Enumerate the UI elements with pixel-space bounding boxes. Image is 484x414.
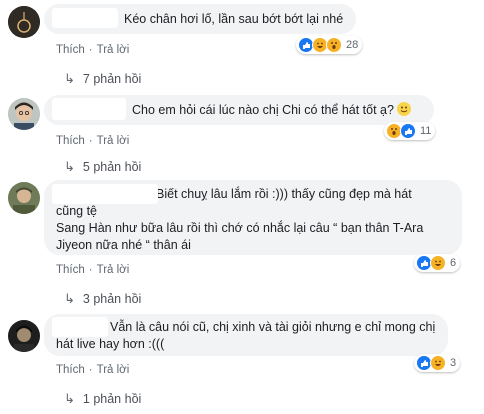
- wow-icon: [326, 37, 342, 53]
- redacted-name: [52, 8, 118, 28]
- reaction-summary[interactable]: 3: [414, 354, 461, 372]
- view-replies[interactable]: ↳ 3 phản hồi: [64, 291, 141, 307]
- reply-link[interactable]: Trả lời: [97, 264, 130, 276]
- comment-line: Vẫn là câu nói cũ, chị xinh và tài giỏi …: [110, 320, 436, 334]
- replies-count[interactable]: 5 phản hồi: [83, 160, 141, 174]
- like-icon: [400, 123, 416, 139]
- like-link[interactable]: Thích: [56, 264, 85, 276]
- comment-line: Biết chuỵ lâu lắm rồi :))) thấy cũng đẹp…: [156, 187, 412, 201]
- reaction-summary[interactable]: 6: [414, 254, 461, 272]
- comment-actions: Thích · Trả lời: [56, 44, 129, 56]
- comment-line: cũng tệ: [56, 204, 98, 218]
- like-link[interactable]: Thích: [56, 44, 85, 56]
- avatar[interactable]: [8, 320, 40, 352]
- redacted-name: [52, 317, 108, 337]
- replies-count[interactable]: 7 phản hồi: [83, 72, 141, 86]
- separator: ·: [88, 44, 93, 56]
- replies-count[interactable]: 3 phản hồi: [83, 292, 141, 306]
- reaction-count: 6: [450, 257, 457, 269]
- comment-line: Jiyeon nữa nhé “ thân ái: [56, 238, 191, 252]
- reaction-count: 3: [450, 357, 457, 369]
- comment-text: Cho em hỏi cái lúc nào chị Chi có thể há…: [132, 102, 411, 119]
- avatar[interactable]: [8, 98, 40, 130]
- like-link[interactable]: Thích: [56, 364, 85, 376]
- reaction-summary[interactable]: 28: [296, 36, 363, 54]
- comment-actions: Thích · Trả lời: [56, 135, 129, 147]
- comment-actions: Thích · Trả lời: [56, 264, 129, 276]
- redacted-name: [52, 98, 126, 120]
- reply-link[interactable]: Trả lời: [97, 135, 130, 147]
- reply-link[interactable]: Trả lời: [97, 364, 130, 376]
- separator: ·: [88, 264, 93, 276]
- separator: ·: [88, 135, 93, 147]
- comment-text: Kéo chân hơi lố, lần sau bớt bớt lại nhé: [124, 12, 344, 26]
- avatar[interactable]: [8, 6, 40, 38]
- reply-arrow-icon: ↳: [64, 71, 75, 86]
- separator: ·: [88, 364, 93, 376]
- reaction-count: 28: [346, 39, 359, 51]
- comment-text-body: Cho em hỏi cái lúc nào chị Chi có thể há…: [132, 103, 394, 117]
- comment-actions: Thích · Trả lời: [56, 364, 129, 376]
- avatar-image: [8, 6, 40, 38]
- smiley-icon: [396, 102, 411, 116]
- reaction-summary[interactable]: 11: [384, 122, 436, 140]
- reply-link[interactable]: Trả lời: [97, 44, 130, 56]
- avatar-image: [8, 320, 40, 352]
- comment-text: Vẫn là câu nói cũ, chị xinh và tài giỏi …: [56, 319, 442, 353]
- avatar-image: [8, 182, 40, 214]
- view-replies[interactable]: ↳ 7 phản hồi: [64, 71, 141, 87]
- redacted-name: [52, 184, 158, 204]
- view-replies[interactable]: ↳ 1 phản hồi: [64, 391, 141, 407]
- reaction-count: 11: [420, 125, 432, 137]
- reply-arrow-icon: ↳: [64, 391, 75, 406]
- haha-icon: [430, 255, 446, 271]
- comment-line: Sang Hàn như bữa lâu rồi thì chớ có nhắc…: [56, 221, 424, 235]
- like-link[interactable]: Thích: [56, 135, 85, 147]
- avatar-image: [8, 98, 40, 130]
- view-replies[interactable]: ↳ 5 phản hồi: [64, 159, 141, 175]
- comment-line: hát live hay hơn :(((: [56, 337, 165, 351]
- replies-count[interactable]: 1 phản hồi: [83, 392, 141, 406]
- avatar[interactable]: [8, 182, 40, 214]
- reply-arrow-icon: ↳: [64, 159, 75, 174]
- haha-icon: [430, 355, 446, 371]
- reply-arrow-icon: ↳: [64, 291, 75, 306]
